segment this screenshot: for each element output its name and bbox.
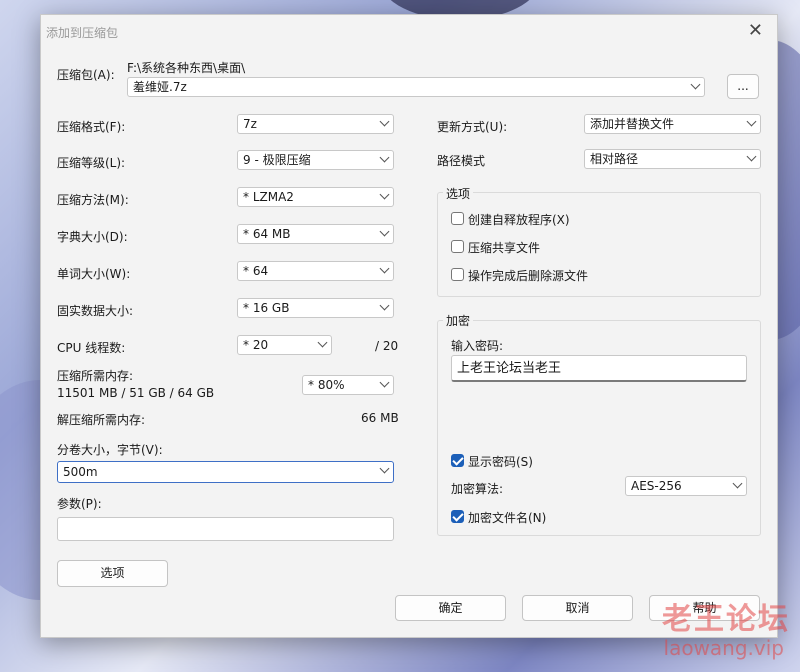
- solid-value: * 16 GB: [243, 301, 290, 315]
- chevron-down-icon[interactable]: [690, 79, 701, 90]
- sfx-checkbox[interactable]: [451, 212, 464, 225]
- dict-select[interactable]: * 64 MB: [237, 224, 394, 244]
- dict-value: * 64 MB: [243, 227, 291, 241]
- chevron-down-icon: [379, 116, 390, 127]
- volume-value: 500m: [63, 465, 98, 479]
- encrypt-method-label: 加密算法:: [451, 482, 504, 496]
- solid-label: 固实数据大小:: [57, 304, 134, 318]
- threads-select[interactable]: * 20: [237, 335, 332, 355]
- ok-button[interactable]: 确定: [395, 595, 506, 621]
- delete-checkbox[interactable]: [451, 268, 464, 281]
- add-to-archive-dialog: 添加到压缩包 ✕ 压缩包(A): F:\系统各种东西\桌面\ 羞维娅.7z ..…: [40, 14, 778, 638]
- encrypt-names-label[interactable]: 加密文件名(N): [468, 509, 546, 526]
- encrypt-names-checkbox[interactable]: [451, 510, 464, 523]
- options-group-title: 选项: [443, 185, 474, 202]
- chevron-down-icon: [746, 151, 757, 162]
- threads-label: CPU 线程数:: [57, 341, 126, 355]
- close-icon[interactable]: ✕: [748, 20, 763, 41]
- chevron-down-icon: [317, 337, 328, 348]
- show-password-checkbox[interactable]: [451, 454, 464, 467]
- volume-combo[interactable]: 500m: [57, 461, 394, 483]
- solid-select[interactable]: * 16 GB: [237, 298, 394, 318]
- encrypt-group-title: 加密: [443, 312, 474, 329]
- shared-checkbox[interactable]: [451, 240, 464, 253]
- encrypt-method-select[interactable]: AES-256: [625, 476, 747, 496]
- level-value: 9 - 极限压缩: [243, 153, 311, 167]
- update-select[interactable]: 添加并替换文件: [584, 114, 761, 134]
- chevron-down-icon: [379, 377, 390, 388]
- chevron-down-icon: [379, 226, 390, 237]
- watermark-logo-text: 老王论坛: [662, 602, 790, 637]
- method-select[interactable]: * LZMA2: [237, 187, 394, 207]
- update-value: 添加并替换文件: [590, 117, 675, 131]
- threads-value: * 20: [243, 338, 269, 352]
- options-button[interactable]: 选项: [57, 560, 168, 587]
- level-select[interactable]: 9 - 极限压缩: [237, 150, 394, 170]
- path-mode-select[interactable]: 相对路径: [584, 149, 761, 169]
- chevron-down-icon: [379, 189, 390, 200]
- format-label: 压缩格式(F):: [57, 120, 126, 134]
- shared-label[interactable]: 压缩共享文件: [468, 239, 540, 256]
- mem-label: 压缩所需内存:: [57, 369, 134, 383]
- level-label: 压缩等级(L):: [57, 156, 126, 170]
- chevron-down-icon: [379, 300, 390, 311]
- password-input[interactable]: 上老王论坛当老王: [451, 355, 747, 382]
- decomp-value: 66 MB: [361, 411, 399, 425]
- cancel-button[interactable]: 取消: [522, 595, 633, 621]
- browse-button[interactable]: ...: [727, 74, 759, 99]
- params-input[interactable]: [57, 517, 394, 541]
- volume-label: 分卷大小，字节(V):: [57, 443, 163, 457]
- delete-label[interactable]: 操作完成后删除源文件: [468, 267, 588, 284]
- format-select[interactable]: 7z: [237, 114, 394, 134]
- word-label: 单词大小(W):: [57, 267, 131, 281]
- mem-select[interactable]: * 80%: [302, 375, 394, 395]
- method-value: * LZMA2: [243, 190, 294, 204]
- show-password-label[interactable]: 显示密码(S): [468, 453, 533, 470]
- mem-value: * 80%: [308, 378, 345, 392]
- chevron-down-icon: [746, 116, 757, 127]
- method-label: 压缩方法(M):: [57, 193, 129, 207]
- chevron-down-icon: [379, 152, 390, 163]
- window-title: 添加到压缩包: [46, 26, 119, 40]
- chevron-down-icon: [732, 478, 743, 489]
- mem-detail: 11501 MB / 51 GB / 64 GB: [57, 386, 215, 400]
- update-label: 更新方式(U):: [437, 120, 508, 134]
- archive-name-combo[interactable]: 羞维娅.7z: [127, 77, 705, 97]
- decomp-label: 解压缩所需内存:: [57, 413, 146, 427]
- chevron-down-icon: [379, 263, 390, 274]
- watermark-url: laowang.vip: [663, 636, 784, 660]
- title-bar: 添加到压缩包 ✕: [41, 15, 777, 47]
- encrypt-method-value: AES-256: [631, 479, 682, 493]
- path-mode-label: 路径模式: [437, 154, 486, 168]
- format-value: 7z: [243, 117, 257, 131]
- sfx-label[interactable]: 创建自释放程序(X): [468, 211, 570, 228]
- params-label: 参数(P):: [57, 497, 102, 511]
- chevron-down-icon: [379, 463, 390, 474]
- threads-max: / 20: [375, 339, 399, 353]
- path-mode-value: 相对路径: [590, 152, 639, 166]
- word-value: * 64: [243, 264, 269, 278]
- password-label: 输入密码:: [451, 339, 504, 353]
- word-select[interactable]: * 64: [237, 261, 394, 281]
- archive-path: F:\系统各种东西\桌面\: [127, 61, 246, 75]
- archive-name-value: 羞维娅.7z: [133, 80, 187, 94]
- archive-label: 压缩包(A):: [57, 68, 115, 82]
- dict-label: 字典大小(D):: [57, 230, 128, 244]
